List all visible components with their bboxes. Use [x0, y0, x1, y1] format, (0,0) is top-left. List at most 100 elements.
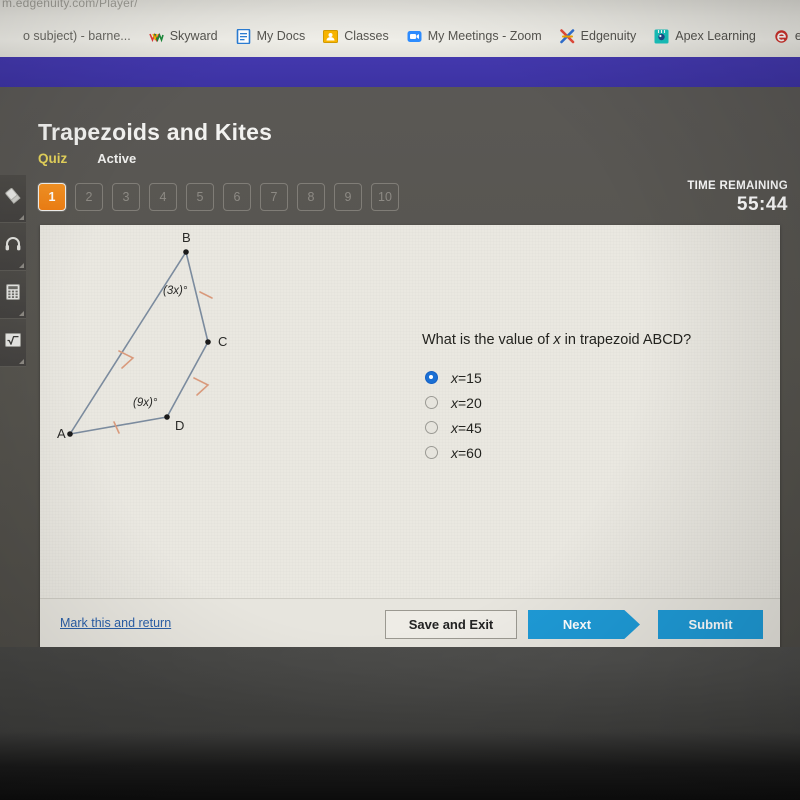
bookmark-item-classes[interactable]: Classes	[314, 22, 397, 50]
question-content-panel: A B C D (3x)° (9x)° What is the value of…	[40, 225, 780, 650]
choice-value-1: =15	[458, 369, 482, 386]
segment-BC	[185, 251, 209, 343]
question-navigator: 1 2 3 4 5 6 7 8 9 10	[38, 183, 399, 211]
calculator-tool-button[interactable]	[0, 271, 26, 319]
vertex-point-D	[164, 414, 170, 420]
vertex-point-A	[67, 431, 73, 437]
bookmark-item-edmentum[interactable]: edmentum	[765, 22, 800, 50]
audio-tool-button[interactable]	[0, 223, 26, 271]
segment-CD	[166, 341, 209, 418]
assignment-status-label: Active	[97, 151, 137, 166]
question-nav-item-1[interactable]: 1	[38, 183, 66, 211]
radio-button-2[interactable]	[425, 396, 438, 409]
bookmark-label: Apex Learning	[675, 28, 756, 43]
question-nav-item-5[interactable]: 5	[186, 183, 214, 211]
answer-choice-1[interactable]: x=15	[425, 365, 482, 390]
angle-label-B: (3x)°	[163, 285, 188, 297]
vertex-label-A: A	[57, 426, 66, 441]
bookmark-label: Edgenuity	[580, 28, 637, 43]
answer-choice-4-label: x=60	[451, 445, 482, 461]
docs-icon	[236, 28, 251, 44]
screenshot-root: m.edgenuity.com/Player/ o subject) - bar…	[0, 0, 800, 800]
square-root-icon	[4, 331, 22, 354]
question-nav-item-2[interactable]: 2	[75, 183, 103, 211]
question-nav-item-8[interactable]: 8	[297, 183, 325, 211]
congruence-tick-DA	[113, 421, 120, 434]
browser-chrome: m.edgenuity.com/Player/ o subject) - bar…	[0, 0, 800, 57]
bookmark-item-apex-learning[interactable]: Apex Learning	[645, 22, 765, 50]
assignment-meta: Quiz Active	[38, 151, 136, 166]
bookmark-label: edmentum	[794, 28, 800, 43]
device-bezel	[0, 647, 800, 800]
answer-choices: x=15 x=20 x=45 x=60	[425, 365, 482, 465]
answer-choice-1-label: x=15	[451, 370, 482, 386]
quiz-app-frame: Trapezoids and Kites Quiz Active 1 2 3 4…	[0, 87, 800, 650]
calculator-icon	[4, 283, 22, 306]
question-nav-item-6[interactable]: 6	[223, 183, 251, 211]
segment-AB	[69, 251, 187, 435]
edgenuity-icon	[559, 28, 575, 44]
vertex-point-B	[183, 249, 189, 255]
bookmark-label: Skyward	[169, 28, 218, 43]
parallel-mark-CD	[193, 377, 210, 396]
question-nav-item-9[interactable]: 9	[334, 183, 362, 211]
question-nav-item-3[interactable]: 3	[112, 183, 140, 211]
answer-choice-3-label: x=45	[451, 420, 482, 436]
question-nav-item-10[interactable]: 10	[371, 183, 399, 211]
classroom-icon	[323, 29, 339, 44]
question-prompt-part1: What is the value of	[422, 332, 554, 348]
choice-var-2: x	[451, 394, 458, 411]
vertex-label-B: B	[182, 230, 191, 245]
timer-label: TIME REMAINING	[687, 180, 788, 192]
choice-value-2: =20	[458, 394, 482, 411]
page-title: Trapezoids and Kites	[38, 119, 273, 145]
angle-label-D: (9x)°	[133, 397, 158, 409]
congruence-tick-BC	[199, 291, 213, 299]
question-nav-item-4[interactable]: 4	[149, 183, 177, 211]
question-nav-item-7[interactable]: 7	[260, 183, 288, 211]
radio-button-3[interactable]	[425, 421, 438, 434]
skyward-icon	[148, 29, 164, 44]
mark-and-return-link[interactable]: Mark this and return	[60, 616, 171, 630]
headphones-icon	[4, 235, 22, 258]
answer-choice-2[interactable]: x=20	[425, 390, 482, 415]
page-icon	[2, 29, 17, 44]
question-prompt: What is the value of x in trapezoid ABCD…	[422, 331, 752, 350]
vertex-point-C	[205, 339, 211, 345]
tool-rail	[0, 175, 26, 367]
bookmark-item-subject[interactable]: o subject) - barne...	[0, 22, 140, 50]
submit-button[interactable]: Submit	[658, 610, 763, 639]
highlighter-tool-button[interactable]	[0, 175, 26, 223]
edmentum-icon	[774, 29, 789, 44]
answer-choice-4[interactable]: x=60	[425, 440, 482, 465]
apex-icon	[654, 29, 669, 44]
vertex-label-D: D	[175, 418, 184, 433]
trapezoid-figure: A B C D (3x)° (9x)°	[40, 225, 400, 515]
bookmark-label: My Docs	[256, 28, 306, 43]
bookmark-item-skyward[interactable]: Skyward	[140, 22, 227, 50]
vertex-label-C: C	[218, 334, 227, 349]
choice-value-4: =60	[458, 444, 482, 461]
save-and-exit-button[interactable]: Save and Exit	[385, 610, 517, 639]
bezel-sheen	[0, 647, 800, 747]
answer-choice-3[interactable]: x=45	[425, 415, 482, 440]
question-prompt-variable: x	[553, 332, 561, 348]
question-prompt-part2: in trapezoid ABCD?	[560, 332, 692, 348]
bookmark-item-my-docs[interactable]: My Docs	[227, 22, 315, 50]
bookmark-label: o subject) - barne...	[23, 28, 131, 43]
radio-button-1[interactable]	[425, 371, 438, 384]
bookmark-item-zoom[interactable]: My Meetings - Zoom	[398, 22, 551, 50]
next-button[interactable]: Next	[528, 610, 640, 639]
highlighter-icon	[4, 187, 22, 210]
timer-value: 55:44	[736, 194, 788, 215]
choice-var-3: x	[451, 419, 458, 436]
bookmark-item-edgenuity[interactable]: Edgenuity	[551, 22, 646, 50]
choice-var-1: x	[451, 369, 458, 386]
assignment-type-label: Quiz	[38, 151, 68, 166]
address-bar[interactable]: m.edgenuity.com/Player/	[0, 0, 800, 14]
formula-tool-button[interactable]	[0, 319, 26, 367]
bookmarks-bar: o subject) - barne... Skyward My Docs Cl…	[0, 18, 800, 54]
bookmark-label: My Meetings - Zoom	[427, 28, 542, 43]
question-footer: Mark this and return Save and Exit Next …	[40, 598, 780, 650]
radio-button-4[interactable]	[425, 446, 438, 459]
